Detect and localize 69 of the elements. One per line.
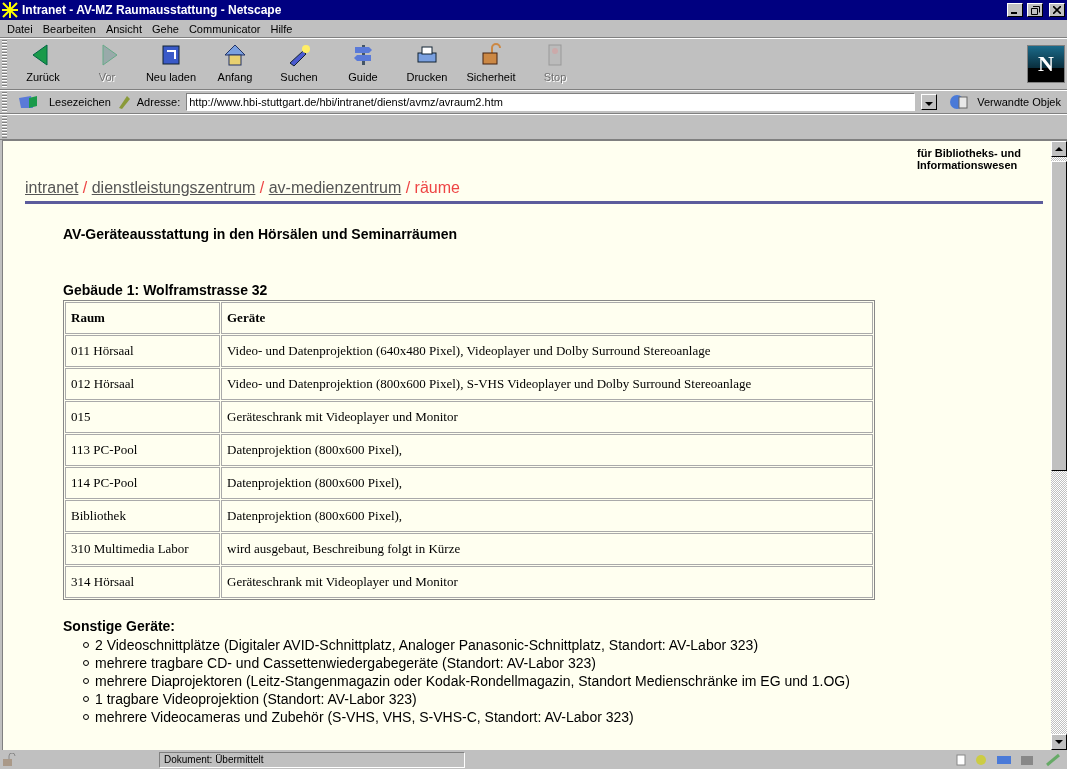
table-cell: 015 xyxy=(65,401,220,433)
toolbar-button[interactable]: Anfang xyxy=(203,41,267,87)
menu-item[interactable]: Hilfe xyxy=(265,22,298,35)
down-arrow-icon xyxy=(1055,739,1063,745)
dropdown-button[interactable] xyxy=(921,94,938,110)
logo-icon: N xyxy=(1027,45,1065,83)
breadcrumb-link[interactable]: dienstleistungszentrum xyxy=(91,179,256,196)
list-item: mehrere Diaprojektoren (Leitz-Stangenmagazin oder Kodak-Rondellmagazin, Standort Medienschränke im EG und 1.OG) xyxy=(95,672,850,690)
related-button[interactable]: Verwandte Objek xyxy=(977,96,1061,108)
table-cell: 011 Hörsaal xyxy=(65,335,220,367)
list-item: 2 Videoschnittplätze (Digitaler AVID-Schnittplatz, Analoger Panasonic-Schnittplatz, Standort: AV-Labor 323) xyxy=(95,636,759,654)
scroll-thumb[interactable] xyxy=(1051,161,1067,471)
table-cell: Geräteschrank mit Videoplayer und Monitor xyxy=(221,566,873,598)
section-heading: Sonstige Geräte: xyxy=(63,618,177,634)
table-cell: Bibliothek xyxy=(65,500,220,532)
list-item: 1 tragbare Videoprojektion (Standort: AV-Labor 323) xyxy=(95,690,417,708)
breadcrumb-link[interactable]: intranet xyxy=(25,179,79,196)
table-cell: 012 Hörsaal xyxy=(65,368,220,400)
table-cell: 113 PC-Pool xyxy=(65,434,220,466)
table-cell: 114 PC-Pool xyxy=(65,467,220,499)
separator-text: / xyxy=(404,179,412,196)
up-arrow-icon xyxy=(1055,146,1063,152)
caret-icon xyxy=(925,101,934,107)
menu-item[interactable]: Gehe xyxy=(147,22,184,35)
scrollbar[interactable] xyxy=(1051,141,1067,750)
menu-item[interactable]: Communicator xyxy=(183,22,266,35)
table-cell: Video- und Datenprojektion (640x480 Pixel), Videoplayer und Dolby Surround Stereoanlage xyxy=(221,335,873,367)
building-heading: Gebäude 1: Wolframstrasse 32 xyxy=(63,282,269,298)
address-label: Adresse: xyxy=(136,96,181,108)
scroll-up-button[interactable] xyxy=(1051,141,1067,157)
list-item: mehrere Videocameras und Zubehör (S-VHS, VHS, S-VHS-C, Standort: AV-Labor 323) xyxy=(95,708,634,726)
toolbar-button[interactable]: Sicherheit xyxy=(459,41,523,87)
padlock-icon xyxy=(2,752,16,767)
table-cell: Video- und Datenprojektion (800x600 Pixel), S-VHS Videoplayer und Dolby Surround Stereoanlage xyxy=(221,368,873,400)
table-cell: Datenprojektion (800x600 Pixel), xyxy=(221,467,873,499)
breadcrumb-link[interactable]: räume xyxy=(414,179,460,196)
scroll-down-button[interactable] xyxy=(1051,734,1067,750)
toolbar-button[interactable]: Suchen xyxy=(267,41,331,87)
address-field[interactable]: http://www.hbi-stuttgart.de/hbi/intranet/dienst/avmz/avraum2.htm xyxy=(186,93,916,111)
menu-item[interactable]: Ansicht xyxy=(100,22,147,35)
separator-text: / xyxy=(258,179,266,196)
organization-name: für Bibliotheks- und Informationswesen xyxy=(917,147,1022,171)
table-cell: Datenprojektion (800x600 Pixel), xyxy=(221,500,873,532)
toolbar-button[interactable]: Drucken xyxy=(395,41,459,87)
column-header: Raum xyxy=(65,302,220,334)
app-icon xyxy=(2,2,18,18)
separator-text: / xyxy=(81,179,89,196)
table-cell: 310 Multimedia Labor xyxy=(65,533,220,565)
restore-button[interactable] xyxy=(1027,3,1043,17)
column-header: Geräte xyxy=(221,302,873,334)
menu-item[interactable]: Datei xyxy=(2,22,38,35)
toolbar-button[interactable]: Zurück xyxy=(11,41,75,87)
minimize-button[interactable] xyxy=(1007,3,1023,17)
toolbar-button[interactable]: Neu laden xyxy=(139,41,203,87)
close-icon xyxy=(1053,6,1061,14)
bookmarks-button[interactable]: Lesezeichen xyxy=(49,96,111,108)
status-text: Dokument: Übermittelt xyxy=(159,751,465,768)
window-title: Intranet - AV-MZ Raumausstattung - Netscape xyxy=(22,3,283,17)
table-cell: Geräteschrank mit Videoplayer und Monitor xyxy=(221,401,873,433)
close-button[interactable] xyxy=(1049,3,1065,17)
toolbar-button[interactable]: Guide xyxy=(331,41,395,87)
breadcrumb-link[interactable]: av-medienzentrum xyxy=(268,179,402,196)
restore-icon xyxy=(1030,5,1040,15)
page-heading: AV-Geräteausstattung in den Hörsälen und Seminarräumen xyxy=(63,226,459,242)
menu-item[interactable]: Bearbeiten xyxy=(37,22,101,35)
list-item: mehrere tragbare CD- und Cassettenwiedergabegeräte (Standort: AV-Labor 323) xyxy=(95,654,596,672)
table-cell: wird ausgebaut, Beschreibung folgt in Kürze xyxy=(221,533,873,565)
table-cell: 314 Hörsaal xyxy=(65,566,220,598)
table-cell: Datenprojektion (800x600 Pixel), xyxy=(221,434,873,466)
